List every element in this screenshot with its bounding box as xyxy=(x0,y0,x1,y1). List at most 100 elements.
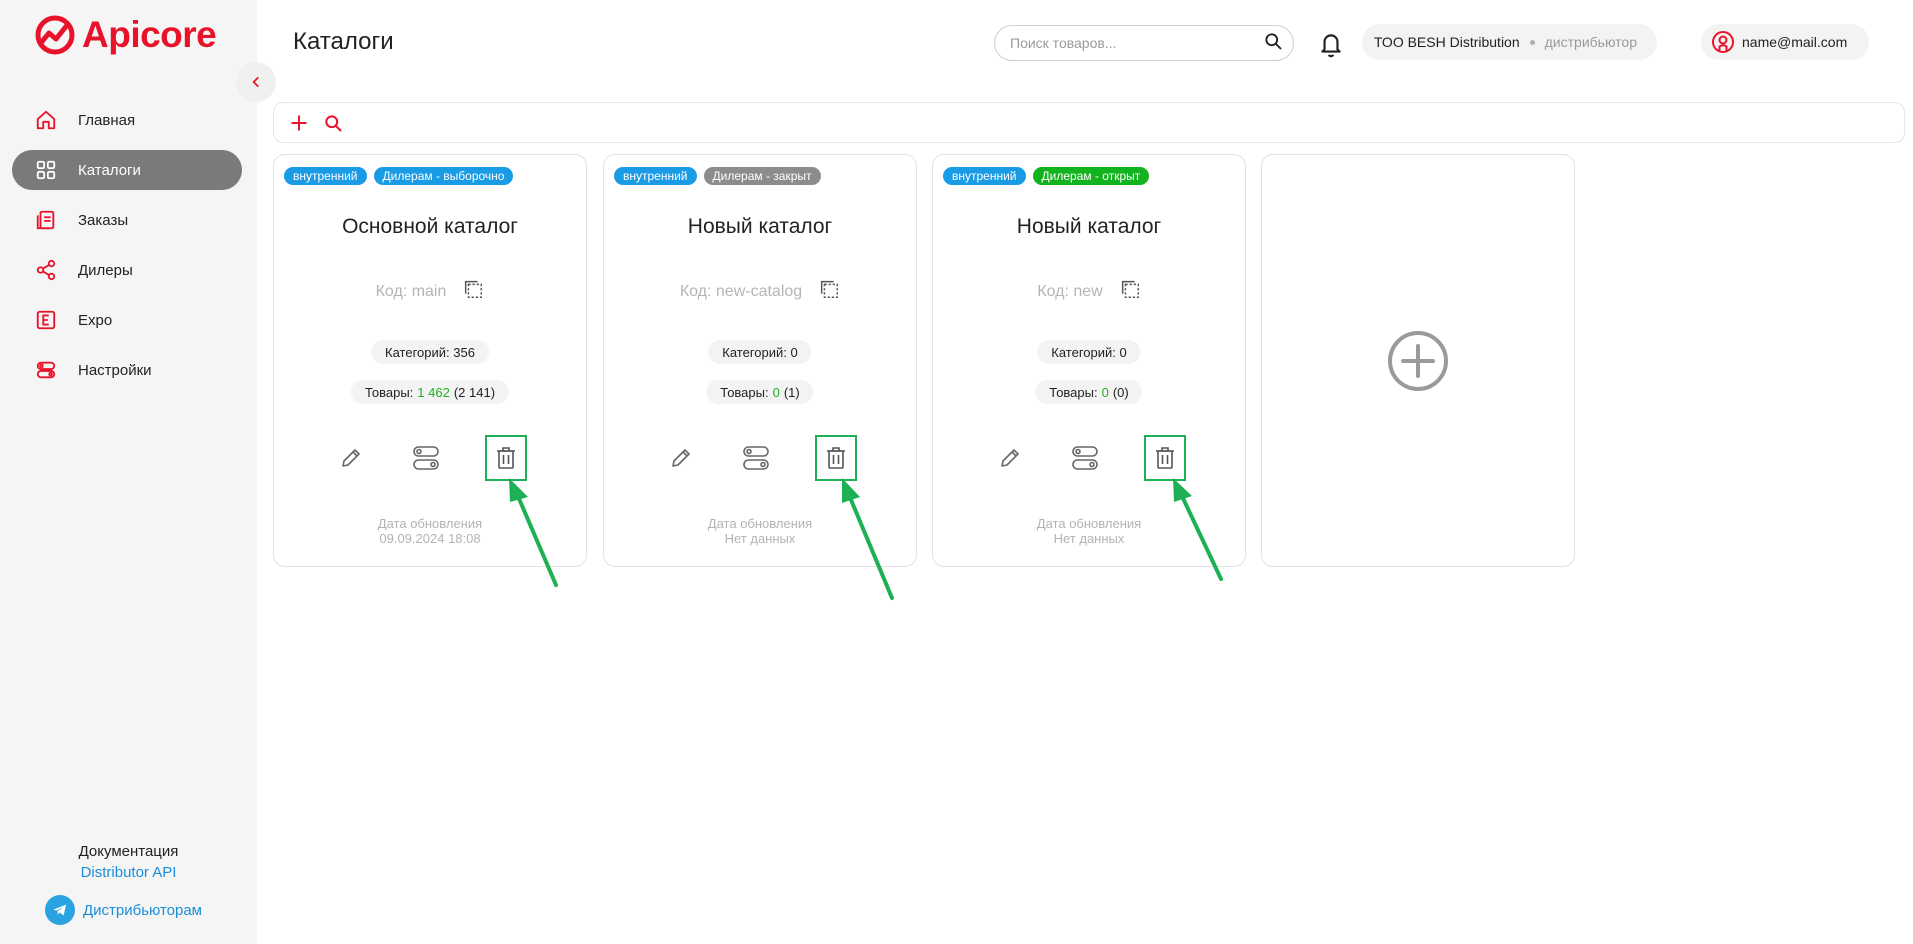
goods-prefix: Товары: xyxy=(1049,384,1098,400)
updated-value: Нет данных xyxy=(1053,531,1125,546)
telegram-link[interactable]: Дистрибьюторам xyxy=(45,895,202,925)
edit-button[interactable] xyxy=(330,435,372,481)
add-catalog-card[interactable] xyxy=(1261,154,1575,567)
sidebar-nav: Главная Каталоги Заказы Дилеры Expo Наст… xyxy=(12,100,242,400)
type-tag: внутренний xyxy=(284,167,367,185)
catalog-code: Код: new xyxy=(1037,282,1103,300)
catalog-card: внутренний Дилерам - закрыт Новый катало… xyxy=(603,154,917,567)
catalog-code: Код: main xyxy=(375,282,447,300)
telegram-icon xyxy=(45,895,75,925)
user-icon xyxy=(1712,31,1734,53)
type-tag: внутренний xyxy=(614,167,697,185)
user-email: name@mail.com xyxy=(1742,34,1848,50)
search-catalog-button[interactable] xyxy=(322,112,344,134)
catalog-code-row: Код: new-catalog xyxy=(604,278,916,305)
catalog-title: Новый каталог xyxy=(1016,215,1162,238)
goods-total: (0) xyxy=(1112,384,1129,400)
catalog-code: Код: new-catalog xyxy=(679,282,803,300)
user-menu[interactable]: name@mail.com xyxy=(1701,24,1870,60)
sidebar-item-dealers[interactable]: Дилеры xyxy=(12,250,242,290)
sidebar-item-label: Дилеры xyxy=(78,261,133,279)
org-name: ТОО BESH Distribution xyxy=(1374,34,1520,50)
sidebar: Apicore Главная Каталоги Заказы Дилеры E… xyxy=(0,0,257,944)
sidebar-item-label: Каталоги xyxy=(78,161,141,179)
sidebar-item-label: Настройки xyxy=(78,361,152,379)
delete-button[interactable] xyxy=(485,435,527,481)
product-search xyxy=(994,25,1294,61)
copy-icon[interactable] xyxy=(818,278,840,305)
catalog-title: Новый каталог xyxy=(687,215,833,238)
bell-icon xyxy=(1321,34,1341,58)
goods-count: Товары: 0 (1) xyxy=(706,380,814,404)
catalog-code-row: Код: new xyxy=(933,278,1245,305)
sidebar-item-home[interactable]: Главная xyxy=(12,100,242,140)
goods-count: Товары: 1 462 (2 141) xyxy=(350,380,510,404)
catalog-title: Основной каталог xyxy=(342,215,518,238)
toggle-icon xyxy=(1072,446,1098,470)
updated-label: Дата обновления xyxy=(377,516,483,531)
chevron-left-icon xyxy=(252,77,259,87)
trash-icon xyxy=(497,447,515,469)
goods-prefix: Товары: xyxy=(720,384,769,400)
card-tags: внутренний Дилерам - открыт xyxy=(943,167,1150,185)
updated-label: Дата обновления xyxy=(1036,516,1142,531)
sidebar-item-catalogs[interactable]: Каталоги xyxy=(12,150,242,190)
type-tag: внутренний xyxy=(943,167,1026,185)
catalog-code-row: Код: main xyxy=(274,278,586,305)
logo-icon xyxy=(35,15,75,55)
plus-icon xyxy=(291,114,307,131)
categories-count: Категорий: 0 xyxy=(708,340,812,364)
sidebar-item-expo[interactable]: Expo xyxy=(12,300,242,340)
sidebar-item-orders[interactable]: Заказы xyxy=(12,200,242,240)
goods-active: 0 xyxy=(1101,384,1109,400)
updated-value: 09.09.2024 18:08 xyxy=(379,531,481,546)
catalogs-toolbar xyxy=(273,102,1905,143)
access-tag: Дилерам - открыт xyxy=(1032,167,1150,185)
search-input[interactable] xyxy=(1010,35,1263,51)
search-icon xyxy=(325,114,342,131)
edit-button[interactable] xyxy=(989,435,1031,481)
delete-button[interactable] xyxy=(1144,435,1186,481)
add-catalog-button[interactable] xyxy=(288,112,310,134)
categories-count: Категорий: 0 xyxy=(1037,340,1141,364)
sidebar-item-settings[interactable]: Настройки xyxy=(12,350,242,390)
card-tags: внутренний Дилерам - закрыт xyxy=(614,167,821,185)
logo-text: Apicore xyxy=(82,14,217,55)
access-tag: Дилерам - выборочно xyxy=(373,167,514,185)
sidebar-collapse-button[interactable] xyxy=(236,62,276,102)
delete-button[interactable] xyxy=(815,435,857,481)
page-title: Каталоги xyxy=(293,28,394,55)
goods-count: Товары: 0 (0) xyxy=(1035,380,1143,404)
access-tag: Дилерам - закрыт xyxy=(703,167,821,185)
notifications-button[interactable] xyxy=(1318,30,1344,63)
app-root: Apicore Главная Каталоги Заказы Дилеры E… xyxy=(0,0,1913,944)
goods-active: 1 462 xyxy=(417,384,450,400)
orders-icon xyxy=(34,208,58,232)
goods-active: 0 xyxy=(772,384,780,400)
trash-icon xyxy=(827,447,845,469)
docs-block: Документация Distributor API xyxy=(0,843,257,881)
toggle-icon xyxy=(413,446,439,470)
toggle-icon xyxy=(743,446,769,470)
categories-count: Категорий: 356 xyxy=(371,340,489,364)
settings-toggle-button[interactable] xyxy=(735,435,777,481)
goods-prefix: Товары: xyxy=(364,384,414,400)
search-icon[interactable] xyxy=(1263,31,1283,56)
organization-selector[interactable]: ТОО BESH Distribution дистрибьютор xyxy=(1362,24,1657,60)
edit-button[interactable] xyxy=(660,435,702,481)
card-actions xyxy=(933,435,1245,483)
goods-total: (1) xyxy=(783,384,800,400)
copy-icon[interactable] xyxy=(1119,278,1141,305)
update-info: Дата обновления Нет данных xyxy=(933,516,1245,546)
docs-api-link[interactable]: Distributor API xyxy=(0,864,257,881)
copy-icon[interactable] xyxy=(462,278,484,305)
expo-icon xyxy=(34,308,58,332)
grid-icon xyxy=(34,158,58,182)
card-actions xyxy=(604,435,916,483)
plus-circle-icon xyxy=(1388,330,1448,391)
settings-toggle-button[interactable] xyxy=(405,435,447,481)
goods-total: (2 141) xyxy=(453,384,496,400)
logo[interactable]: Apicore xyxy=(34,14,217,56)
settings-toggle-button[interactable] xyxy=(1064,435,1106,481)
catalog-card: внутренний Дилерам - выборочно Основной … xyxy=(273,154,587,567)
